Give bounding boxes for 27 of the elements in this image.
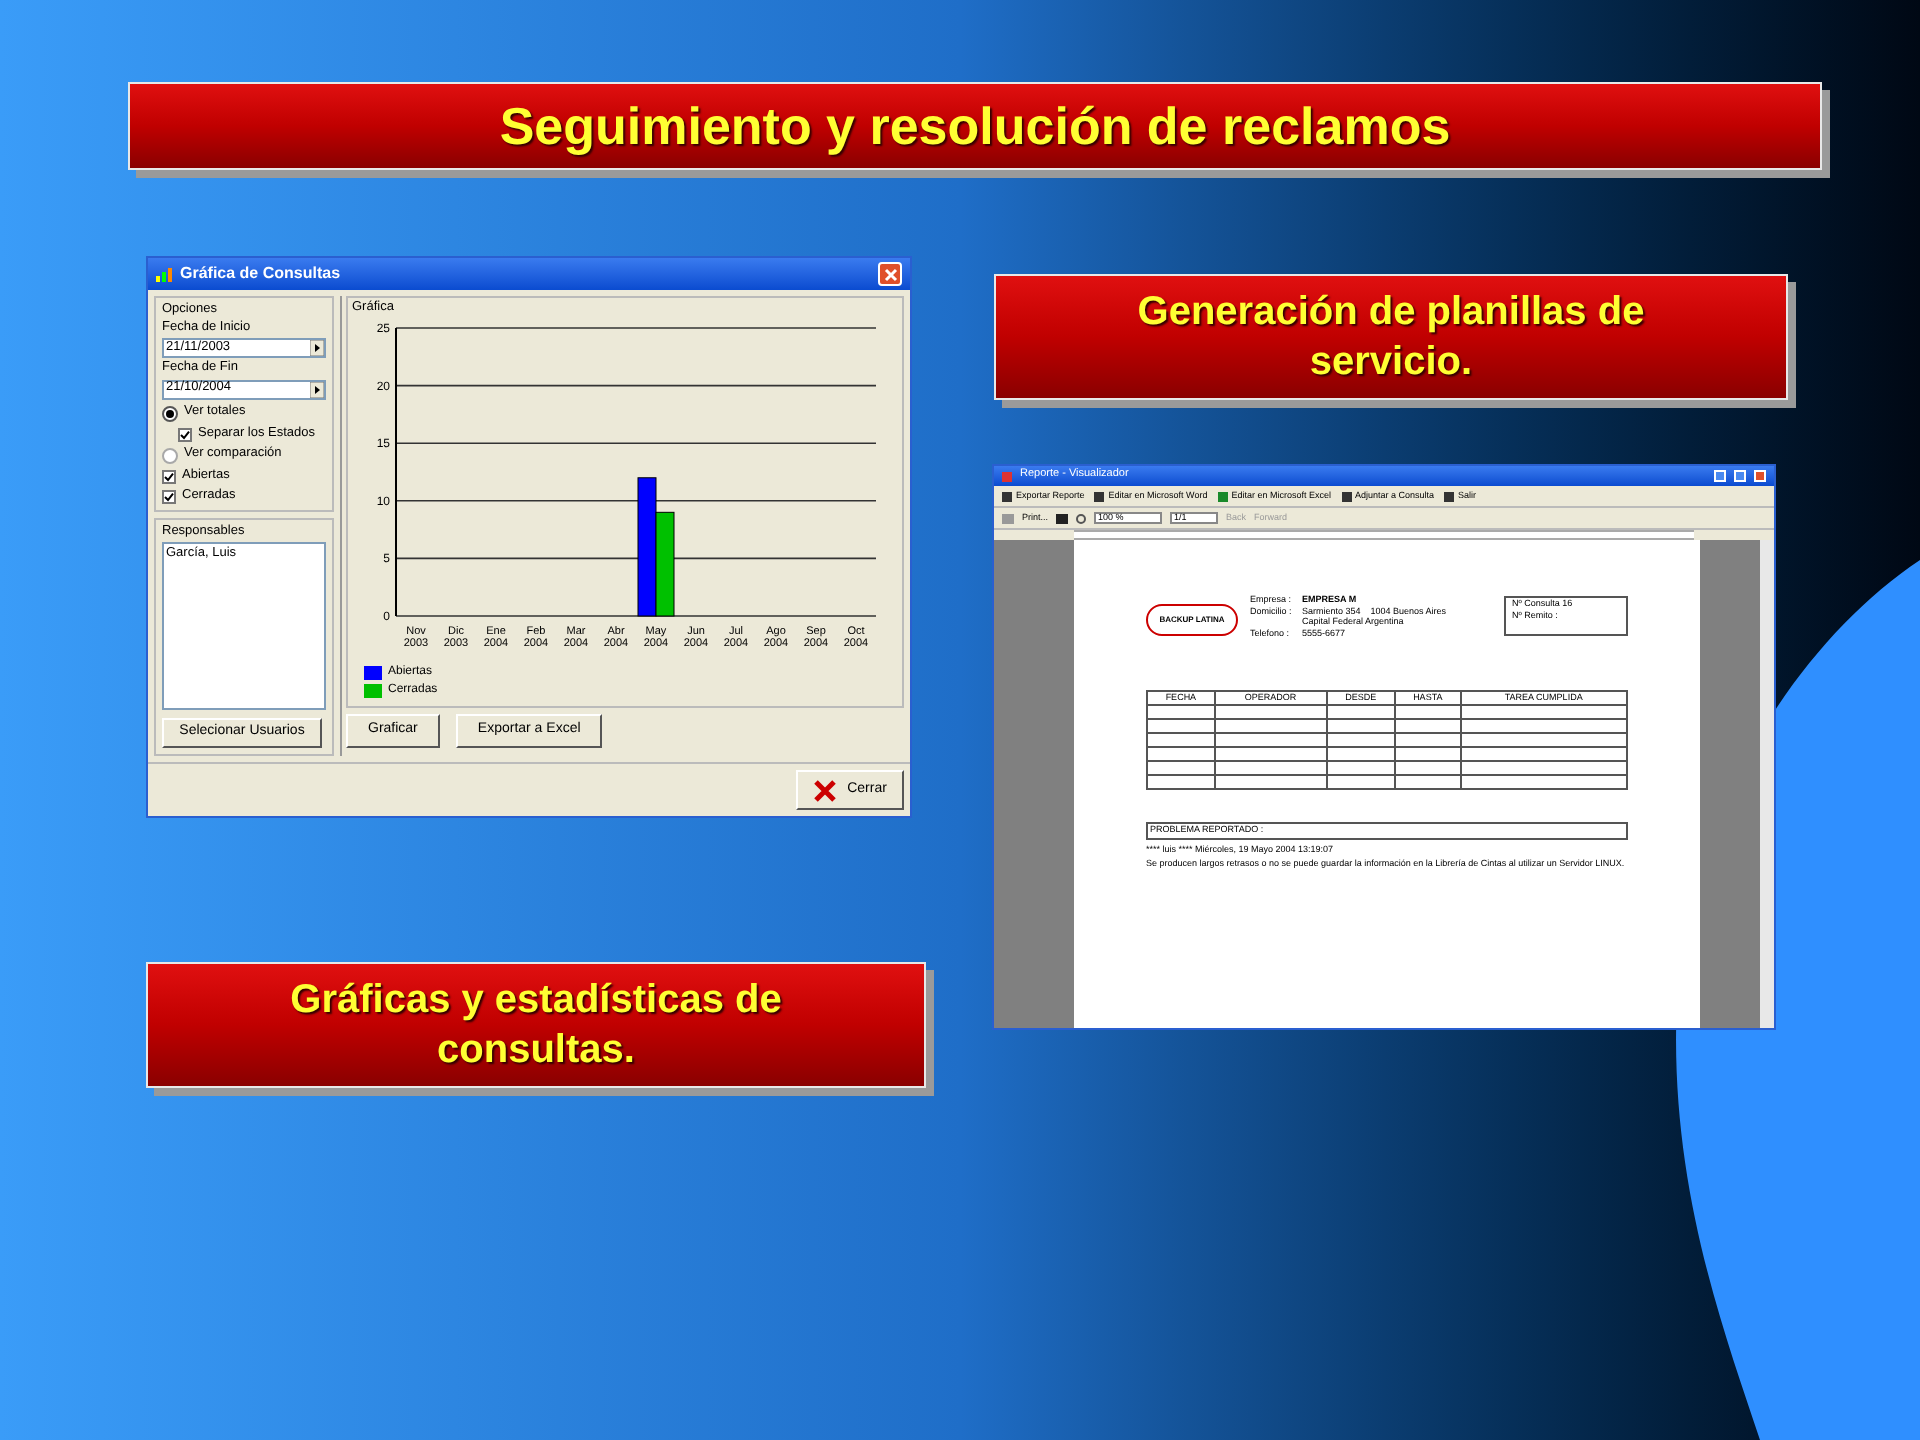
callout-text: Gráficas y estadísticas de consultas. (288, 975, 784, 1075)
chart-bar (655, 510, 675, 616)
window-title: Gráfica de Consultas (180, 262, 343, 286)
maximize-button[interactable] (1734, 470, 1746, 482)
chart-icon (156, 267, 172, 281)
app-icon (1002, 471, 1012, 481)
toolbar-icon (1217, 491, 1228, 501)
checkbox[interactable] (178, 427, 192, 441)
toolbar-icon (1341, 491, 1351, 501)
minimize-button[interactable] (1714, 470, 1726, 482)
toolbar-icon (1444, 491, 1455, 501)
radio-button[interactable] (162, 447, 178, 463)
arrow-icon (310, 381, 324, 397)
arrow-icon (310, 340, 324, 356)
cross-icon (813, 779, 836, 801)
checkbox[interactable] (162, 489, 176, 503)
radio-button[interactable] (162, 405, 178, 421)
close-button[interactable] (1754, 470, 1766, 482)
chart-bar (637, 476, 657, 616)
checkbox[interactable] (162, 469, 176, 483)
callout-text: Seguimiento y resolución de reclamos (499, 93, 1451, 159)
toolbar-icon (1002, 491, 1012, 501)
close-button[interactable] (878, 262, 902, 286)
zoom-icon (1076, 513, 1087, 523)
close-icon (883, 267, 897, 281)
toolbar-icon (1094, 491, 1105, 501)
callout-text: Generación de planillas de servicio. (1135, 287, 1647, 387)
